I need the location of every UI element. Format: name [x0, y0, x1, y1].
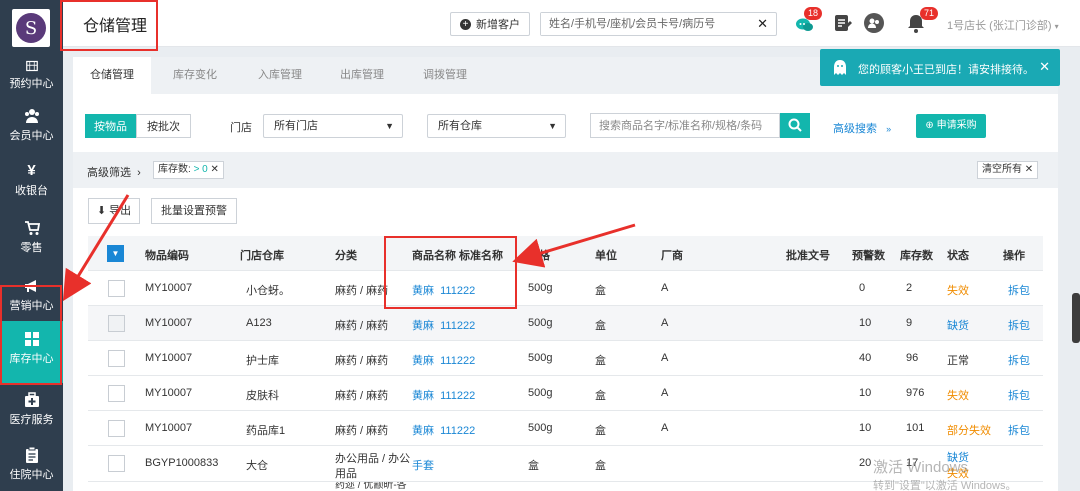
page-scrollbar[interactable] — [1072, 293, 1080, 343]
annotation-arrow-sidebar — [62, 194, 130, 302]
annotation-arrows — [62, 194, 636, 302]
annotation-arrow-name — [512, 223, 636, 268]
activation-watermark-hint: 转到"设置"以激活 Windows。 — [873, 480, 1017, 491]
activation-watermark: 激活 Windows — [873, 459, 969, 476]
